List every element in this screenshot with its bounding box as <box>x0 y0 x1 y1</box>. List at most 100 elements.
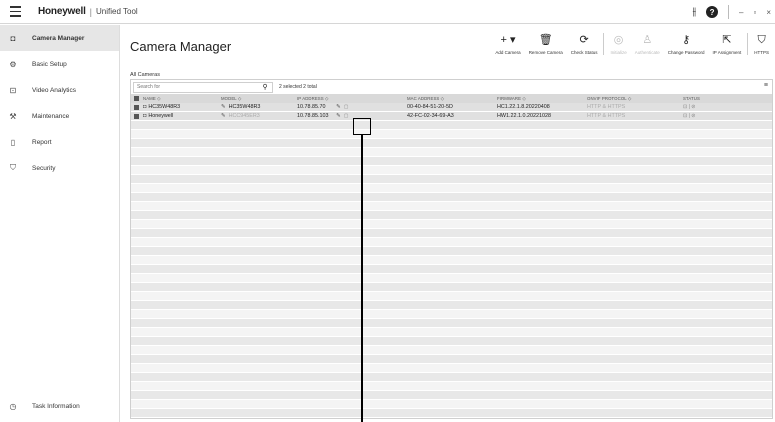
sidebar-item-task-information[interactable]: ◷ Task Information <box>0 393 120 419</box>
add-camera-button[interactable]: + ▾ Add Camera <box>491 33 524 55</box>
empty-table-row <box>131 283 772 292</box>
edit-pencil-icon[interactable]: ✎ <box>221 104 226 110</box>
lock-status-icon: ⊡ | ⊘ <box>683 113 696 119</box>
sidebar-item-report[interactable]: ▯ Report <box>0 129 119 155</box>
search-input[interactable] <box>134 84 259 90</box>
empty-table-row <box>131 256 772 265</box>
settings-sliders-icon[interactable]: ⫲ <box>692 6 696 19</box>
trash-icon: 🗑 <box>538 34 553 46</box>
ip-cell: 10.78.85.103 ✎ ▢ <box>297 113 407 119</box>
menu-icon[interactable] <box>4 0 26 24</box>
column-header-ip[interactable]: IP ADDRESS ◇ <box>297 96 407 102</box>
brand-logo: Honeywell <box>38 6 86 17</box>
status-cell: ⊡ | ⊘ <box>683 113 763 119</box>
selection-count: 2 selected 2 total <box>279 84 317 90</box>
toolbar-divider <box>603 33 605 55</box>
name-cell: ◘ HC35W48R3 <box>141 104 221 110</box>
empty-table-row <box>131 238 772 247</box>
select-all-checkbox[interactable] <box>131 96 141 101</box>
help-icon[interactable]: ? <box>706 6 719 18</box>
empty-table-row <box>131 148 772 157</box>
toolbar: + ▾ Add Camera 🗑 Remove Camera ⟳ Check S… <box>491 33 773 59</box>
sidebar-item-label: Camera Manager <box>32 34 85 42</box>
empty-table-row <box>131 328 772 337</box>
table-row[interactable]: ◘ Honeywell ✎ HCC945ER3 10.78.85.103 ✎ ▢ 42… <box>131 112 772 121</box>
authenticate-button[interactable]: ♙ Authenticate <box>631 33 664 55</box>
empty-table-row <box>131 337 772 346</box>
sidebar-item-maintenance[interactable]: ⚒ Maintenance <box>0 103 119 129</box>
sidebar-item-label: Report <box>32 138 52 146</box>
table-row[interactable]: ◘ HC35W48R3 ✎ HC35W48R3 10.78.85.70 ✎ ▢ 00-… <box>131 103 772 112</box>
close-button[interactable]: × <box>766 8 771 17</box>
empty-table-row <box>131 202 772 211</box>
camera-name: HC35W48R3 <box>148 104 181 110</box>
camera-mac: 42-FC-02-34-69-A3 <box>407 113 454 119</box>
search-icon[interactable]: ⚲ <box>258 82 272 93</box>
callout-pointer-line <box>361 135 363 422</box>
empty-table-row <box>131 382 772 391</box>
empty-rows <box>131 121 772 418</box>
empty-table-row <box>131 355 772 364</box>
https-button[interactable]: ⛉ HTTPS <box>750 33 773 55</box>
empty-table-row <box>131 193 772 202</box>
empty-table-row <box>131 157 772 166</box>
empty-table-row <box>131 265 772 274</box>
change-password-button[interactable]: ⚷ Change Password <box>664 33 709 55</box>
remove-camera-button[interactable]: 🗑 Remove Camera <box>525 33 567 55</box>
ip-assignment-label: IP Assignment <box>712 50 742 55</box>
camera-icon: ◘ <box>143 113 147 119</box>
camera-ip: 10.78.85.70 <box>297 104 326 110</box>
page-title: Camera Manager <box>130 39 232 54</box>
shield-icon: ⛉ <box>10 163 16 172</box>
target-icon: ◎ <box>613 34 624 46</box>
remove-camera-label: Remove Camera <box>528 50 563 55</box>
empty-table-row <box>131 409 772 418</box>
empty-table-row <box>131 229 772 238</box>
sidebar-item-basic-setup[interactable]: ⚙ Basic Setup <box>0 51 119 77</box>
wrench-icon: ⚒ <box>9 111 17 121</box>
maximize-button[interactable]: ▫ <box>753 8 756 17</box>
edit-pencil-icon[interactable]: ✎ <box>327 104 341 110</box>
edit-pencil-icon[interactable]: ✎ <box>330 113 341 119</box>
sidebar-item-label: Basic Setup <box>32 60 67 68</box>
camera-icon: ◘ <box>143 104 147 110</box>
sidebar-item-camera-manager[interactable]: ◘ Camera Manager <box>0 25 119 51</box>
ip-config-icon[interactable]: ▢ <box>344 113 349 119</box>
document-icon: ▯ <box>10 137 16 147</box>
camera-table: ⚲ 2 selected 2 total ≡ NAME ◇ MODEL ◇ IP… <box>130 79 773 419</box>
column-header-firmware[interactable]: FIRMWARE ◇ <box>497 96 587 102</box>
ip-config-icon[interactable]: ▢ <box>344 104 349 110</box>
analytics-icon: ⊡ <box>9 85 17 95</box>
camera-icon: ◘ <box>10 33 16 43</box>
user-icon: ♙ <box>642 34 653 46</box>
change-password-label: Change Password <box>667 50 705 55</box>
initialize-button[interactable]: ◎ Initialize <box>606 33 630 55</box>
authenticate-label: Authenticate <box>634 50 660 55</box>
camera-model: HC35W48R3 <box>228 104 261 110</box>
sidebar: ◘ Camera Manager ⚙ Basic Setup ⊡ Video A… <box>0 25 120 422</box>
sidebar-item-video-analytics[interactable]: ⊡ Video Analytics <box>0 77 119 103</box>
check-status-button[interactable]: ⟳ Check Status <box>567 33 602 55</box>
column-header-mac[interactable]: MAC ADDRESS ◇ <box>407 96 497 102</box>
edit-pencil-icon[interactable]: ✎ <box>221 113 226 119</box>
sidebar-item-security[interactable]: ⛉ Security <box>0 155 119 181</box>
search-box: ⚲ <box>133 81 273 93</box>
sidebar-item-label: Task Information <box>32 402 80 410</box>
column-header-onvif[interactable]: ONVIF PROTOCOL ◇ <box>587 96 683 102</box>
filter-icon[interactable]: ≡ <box>764 82 768 89</box>
callout-highlight-box <box>353 118 371 135</box>
column-header-model[interactable]: MODEL ◇ <box>221 96 297 102</box>
ip-assignment-button[interactable]: ⇱ IP Assignment <box>709 33 746 55</box>
sidebar-item-label: Maintenance <box>32 112 70 120</box>
https-shield-icon: ⛉ <box>757 34 766 46</box>
minimize-button[interactable]: – <box>739 8 743 17</box>
empty-table-row <box>131 319 772 328</box>
brand-separator: | <box>89 6 93 17</box>
empty-table-row <box>131 184 772 193</box>
empty-table-row <box>131 130 772 139</box>
row-checkbox[interactable] <box>131 104 141 110</box>
column-header-name[interactable]: NAME ◇ <box>141 96 221 102</box>
lock-status-icon: ⊡ | ⊘ <box>683 104 696 110</box>
row-checkbox[interactable] <box>131 113 141 119</box>
empty-table-row <box>131 274 772 283</box>
